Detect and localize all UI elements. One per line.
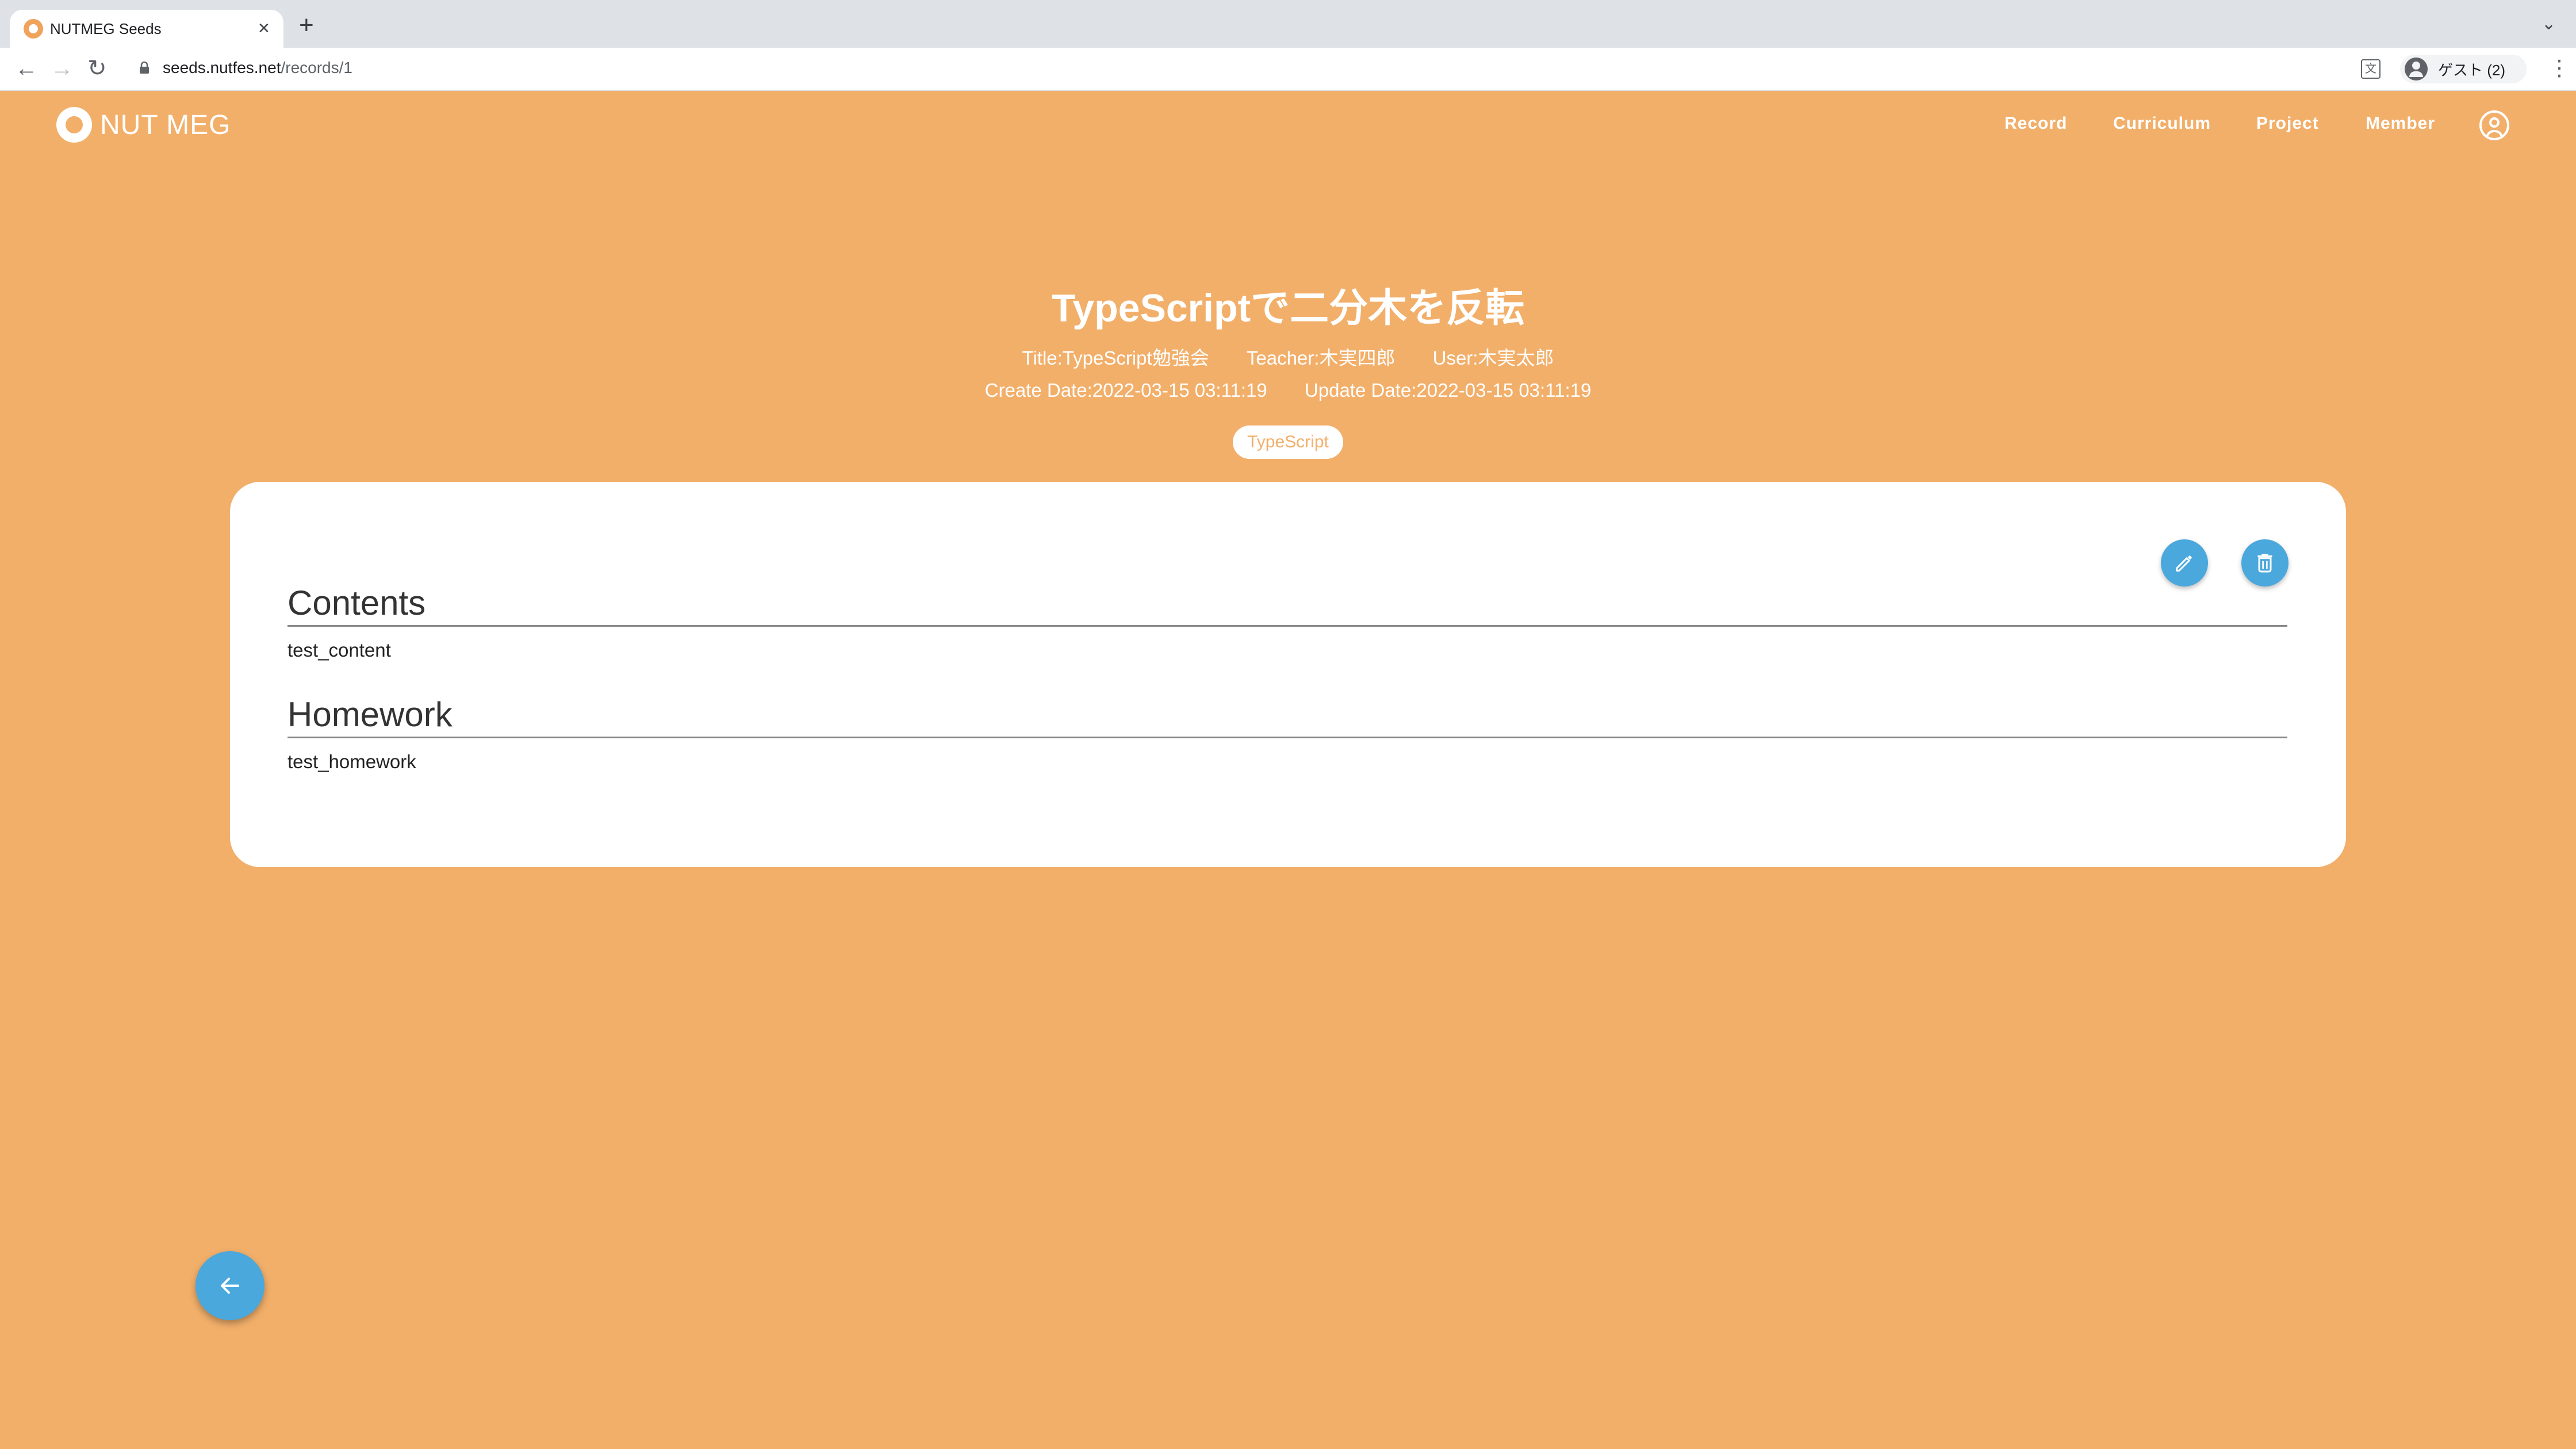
record-create-date: Create Date:2022-03-15 03:11:19	[984, 379, 1267, 401]
logo-icon	[56, 107, 92, 143]
record-card: Contents test_content Homework test_home…	[230, 482, 2346, 867]
new-tab-icon[interactable]: +	[299, 13, 314, 38]
nav-member[interactable]: Member	[2366, 114, 2435, 133]
nav-curriculum[interactable]: Curriculum	[2113, 114, 2211, 133]
account-icon[interactable]	[2479, 110, 2509, 140]
browser-tab[interactable]: NUTMEG Seeds ×	[10, 10, 283, 48]
tag-badge[interactable]: TypeScript	[1233, 425, 1343, 459]
contents-body: test_content	[288, 639, 391, 661]
edit-button[interactable]	[2161, 539, 2208, 586]
forward-nav-icon[interactable]: →	[51, 55, 74, 82]
record-meta-teacher: Teacher:木実四郎	[1246, 347, 1396, 369]
delete-button[interactable]	[2241, 539, 2288, 586]
record-meta-user: User:木実太郎	[1432, 347, 1554, 369]
record-meta-title: Title:TypeScript勉強会	[1022, 347, 1209, 369]
homework-body: test_homework	[288, 751, 416, 772]
arrow-left-icon	[221, 1278, 239, 1294]
tab-search-icon[interactable]: ⌄	[2542, 14, 2556, 34]
profile-label: ゲスト (2)	[2438, 61, 2506, 79]
url-path: /records/1	[281, 59, 352, 76]
address-bar[interactable]: seeds.nutfes.net/records/1	[163, 59, 352, 77]
back-nav-icon[interactable]: ←	[15, 55, 38, 82]
contents-heading: Contents	[288, 583, 2287, 627]
record-dates-row: Create Date:2022-03-15 03:11:19 Update D…	[0, 379, 2576, 401]
browser-menu-icon[interactable]: ⋮	[2548, 57, 2570, 80]
nav-project[interactable]: Project	[2256, 114, 2319, 133]
trash-icon	[2257, 554, 2272, 573]
reload-icon[interactable]: ↻	[87, 55, 107, 82]
browser-toolbar: ← → ↻ seeds.nutfes.net/records/1 文 ゲスト (…	[0, 48, 2576, 91]
browser-tab-bar: NUTMEG Seeds × + ⌄	[0, 0, 2576, 48]
record-meta-row: Title:TypeScript勉強会 Teacher:木実四郎 User:木実…	[0, 343, 2576, 370]
lock-icon	[140, 62, 149, 74]
pencil-icon	[2176, 555, 2192, 572]
record-title: TypeScriptで二分木を反転	[1051, 286, 1525, 330]
logo-text: NUT MEG	[100, 109, 231, 140]
favicon-icon	[24, 19, 43, 39]
site-logo[interactable]: NUT MEG	[56, 107, 231, 143]
homework-heading: Homework	[288, 695, 2287, 738]
profile-button[interactable]: ゲスト (2)	[2400, 55, 2527, 83]
translate-icon[interactable]: 文	[2361, 59, 2380, 79]
back-button[interactable]	[195, 1251, 264, 1320]
url-host: seeds.nutfes.net	[163, 59, 281, 76]
profile-avatar-icon	[2405, 57, 2428, 80]
nav-record[interactable]: Record	[2004, 114, 2067, 133]
close-tab-icon[interactable]: ×	[258, 17, 270, 40]
tab-title: NUTMEG Seeds	[50, 20, 162, 37]
record-update-date: Update Date:2022-03-15 03:11:19	[1304, 379, 1592, 401]
